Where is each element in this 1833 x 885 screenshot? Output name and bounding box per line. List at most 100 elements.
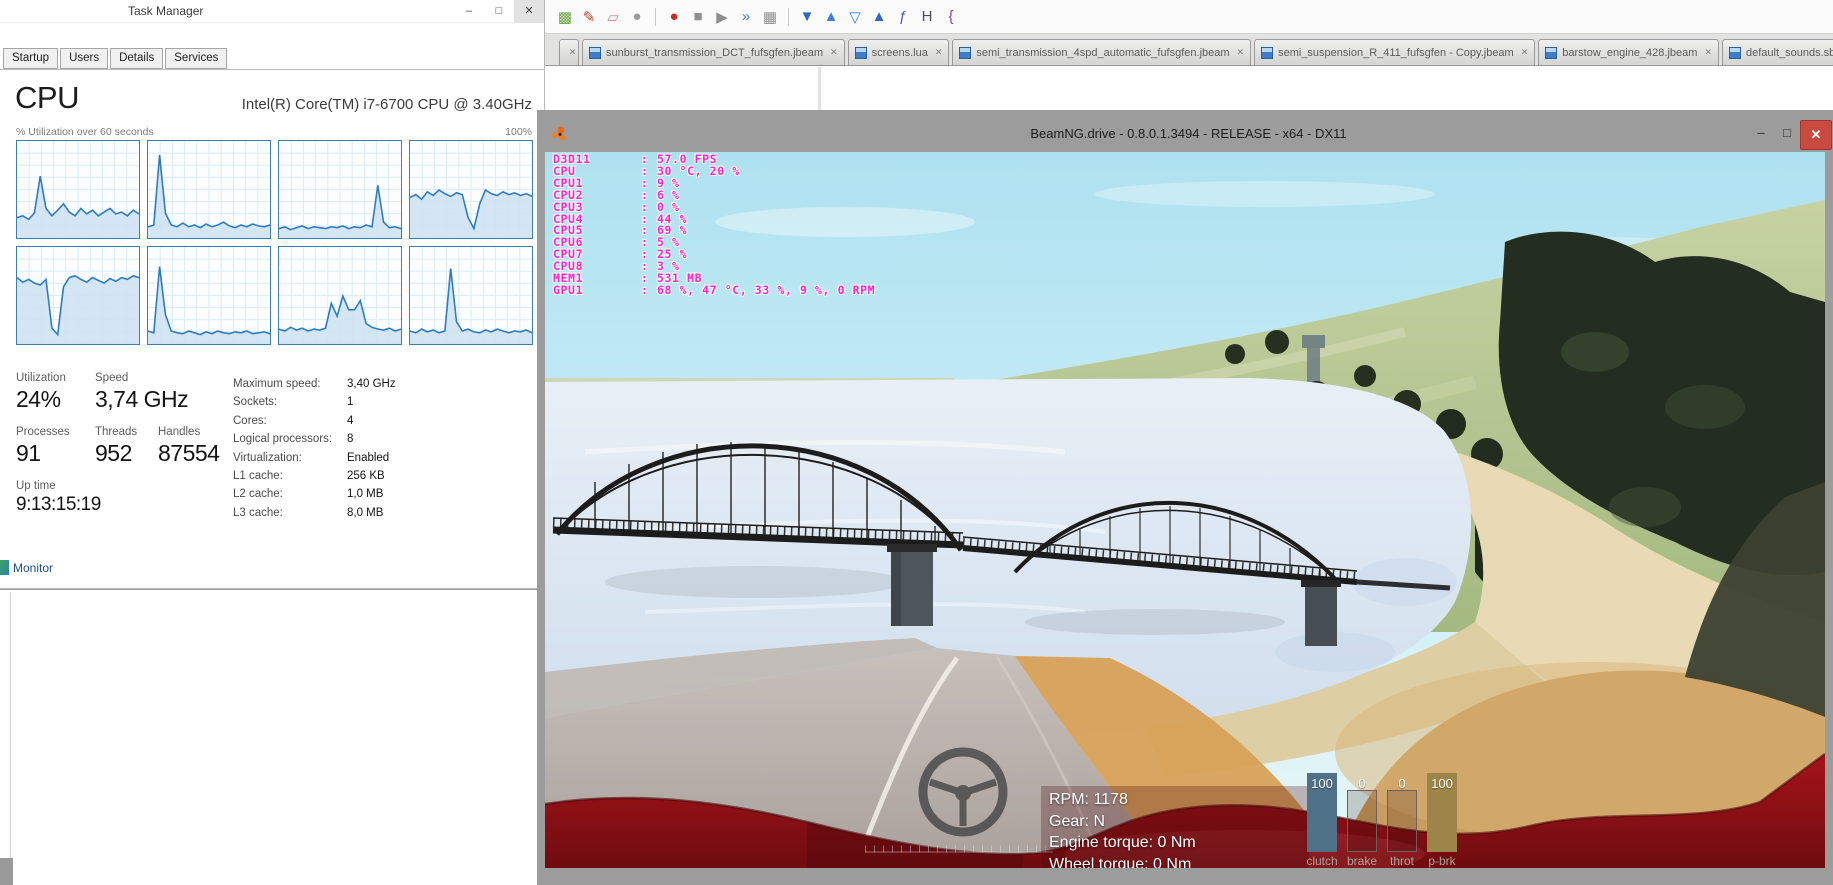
tab-startup[interactable]: Startup bbox=[3, 48, 59, 69]
editor-tab-semi-transmission-4spd-automatic-fufsgfen-jbeam[interactable]: semi_transmission_4spd_automatic_fufsgfe… bbox=[952, 39, 1252, 65]
close-tab-icon[interactable]: ✕ bbox=[1704, 47, 1712, 58]
debug-line-cpu: CPU:30 °C, 20 % bbox=[553, 163, 740, 178]
debug-line-cpu3: CPU3:0 % bbox=[553, 199, 680, 214]
debug-line-cpu8: CPU8:3 % bbox=[553, 259, 680, 274]
resource-monitor-icon bbox=[0, 560, 9, 575]
editor-column-guide bbox=[818, 67, 821, 110]
minimize-button[interactable]: – bbox=[1748, 120, 1774, 148]
macro-record-icon[interactable]: ● bbox=[662, 8, 686, 25]
maximize-button[interactable]: □ bbox=[484, 0, 514, 23]
cpu-core-graph-6[interactable] bbox=[147, 246, 271, 345]
toolbar-separator bbox=[655, 7, 656, 26]
editor-tab-semi-suspension-r-411-fufsgfen-copy-jbeam[interactable]: semi_suspension_R_411_fufsgfen - Copy.jb… bbox=[1254, 39, 1536, 65]
close-tab-icon[interactable]: ✕ bbox=[935, 47, 943, 58]
bar-value: 100 bbox=[1311, 776, 1333, 791]
file-save-icon bbox=[1261, 46, 1274, 59]
cpu-heading: CPU bbox=[15, 80, 79, 115]
bar-label: throt bbox=[1389, 854, 1414, 868]
tab-label: default_sounds.sbeam bbox=[1745, 46, 1833, 59]
bar-body bbox=[1347, 790, 1377, 852]
file-save-icon bbox=[959, 46, 972, 59]
close-button[interactable]: ✕ bbox=[1800, 120, 1832, 150]
beamng-titlebar[interactable]: BeamNG.drive - 0.8.0.1.3494 - RELEASE - … bbox=[545, 118, 1832, 152]
vehicle-hud: RPM: 1178 Gear: N Engine torque: 0 Nm Wheel… bbox=[1041, 786, 1309, 868]
stat-processes: Processes 91 bbox=[16, 426, 70, 466]
hex-editor-icon[interactable]: H bbox=[915, 8, 939, 25]
hud-line: Gear: N bbox=[1049, 812, 1106, 830]
close-tab-icon[interactable]: ✕ bbox=[830, 47, 838, 58]
task-manager-tabs: Startup Users Details Services bbox=[3, 48, 229, 69]
unfold-all-icon[interactable]: ▲ bbox=[867, 8, 891, 25]
pedal-bar-p-brk: 100 p-brk bbox=[1427, 763, 1457, 868]
close-tab-icon[interactable]: ✕ bbox=[1521, 47, 1529, 58]
game-viewport[interactable]: D3D11:57.0 FPS CPU:30 °C, 20 % CPU1:9 % CPU… bbox=[545, 152, 1825, 868]
file-save-icon bbox=[1728, 46, 1741, 59]
close-tab-icon[interactable]: ✕ bbox=[569, 47, 577, 58]
tab-label: barstow_engine_428.jbeam bbox=[1562, 46, 1698, 59]
cpu-core-graph-3[interactable] bbox=[278, 140, 402, 239]
bar-body bbox=[1387, 790, 1417, 852]
tab-users[interactable]: Users bbox=[60, 48, 109, 69]
editor-tab-barstow-engine-428-jbeam[interactable]: barstow_engine_428.jbeam ✕ bbox=[1538, 39, 1719, 65]
maximize-button[interactable]: □ bbox=[1774, 120, 1800, 148]
tab-label: sunburst_transmission_DCT_fufsgfen.jbeam bbox=[606, 46, 824, 59]
file-save-icon bbox=[589, 46, 601, 59]
task-manager-titlebar[interactable]: Task Manager – □ ✕ bbox=[0, 0, 544, 23]
tab-divider bbox=[0, 69, 545, 70]
print-doc-icon[interactable]: ✎ bbox=[577, 8, 601, 26]
beamng-window: BeamNG.drive - 0.8.0.1.3494 - RELEASE - … bbox=[537, 110, 1833, 885]
debug-line-cpu7: CPU7:25 % bbox=[553, 247, 688, 262]
editor-tab-default-sounds-sbeam[interactable]: default_sounds.sbeam✕ bbox=[1721, 39, 1833, 65]
debug-line-cpu6: CPU6:5 % bbox=[553, 235, 680, 250]
editor-tab-sunburst-transmission-dct-fufsgfen-jbeam[interactable]: sunburst_transmission_DCT_fufsgfen.jbeam… bbox=[582, 39, 845, 65]
cpu-core-graph-4[interactable] bbox=[409, 140, 533, 239]
hud-line: Engine torque: 0 Nm bbox=[1049, 834, 1196, 851]
editor-tab-screens-lua[interactable]: screens.lua ✕ bbox=[847, 39, 950, 65]
performance-debug-overlay: D3D11:57.0 FPS CPU:30 °C, 20 % CPU1:9 % CPU… bbox=[553, 153, 876, 297]
pedal-bar-brake: 0 brake bbox=[1347, 763, 1377, 868]
tab-services[interactable]: Services bbox=[165, 48, 228, 69]
editor-toolbar: ▩ ✎ ▱ ● ● ■ ▶» ▦ ▼ ▲ ▽ ▲ ƒ H{ bbox=[537, 0, 1833, 33]
folder-icon[interactable]: ▱ bbox=[601, 8, 625, 26]
background-document-window bbox=[0, 589, 545, 885]
document-margin-line bbox=[10, 592, 11, 885]
macro-save-icon[interactable]: ▦ bbox=[758, 8, 782, 26]
cpu-model: Intel(R) Core(TM) i7-6700 CPU @ 3.40GHz bbox=[241, 96, 532, 113]
cpu-core-graph-5[interactable] bbox=[16, 246, 140, 345]
bar-label: p-brk bbox=[1428, 854, 1456, 868]
hud-line: Wheel torque: 0 Nm bbox=[1049, 855, 1192, 869]
editor-tab-partial[interactable]: ✕ bbox=[559, 39, 579, 65]
record-icon[interactable]: ● bbox=[625, 8, 649, 25]
cpu-core-graph-8[interactable] bbox=[409, 246, 533, 345]
brace-match-icon[interactable]: { bbox=[939, 8, 963, 25]
debug-line-gpu1: GPU1:68 %, 47 °C, 33 %, 9 %, 0 RPM bbox=[553, 282, 876, 297]
editor-tab-bar: ✕ sunburst_transmission_DCT_fufsgfen.jbea… bbox=[537, 33, 1833, 66]
unfold-level-icon[interactable]: ▲ bbox=[819, 8, 843, 25]
close-button[interactable]: ✕ bbox=[514, 0, 544, 23]
minimize-button[interactable]: – bbox=[454, 0, 484, 23]
cpu-core-graph-1[interactable] bbox=[16, 140, 140, 239]
open-resource-monitor-link[interactable]: Monitor bbox=[0, 560, 53, 575]
pedal-bars: 100 clutch 0 brake 0 throt 100 p-brk bbox=[1306, 763, 1467, 868]
cpu-core-graph-7[interactable] bbox=[278, 246, 402, 345]
tab-label: semi_transmission_4spd_automatic_fufsgfe… bbox=[976, 46, 1230, 59]
view-all-chars-icon[interactable]: ▩ bbox=[553, 8, 577, 26]
macro-stop-icon[interactable]: ■ bbox=[686, 8, 710, 25]
function-list-icon[interactable]: ƒ bbox=[891, 8, 915, 25]
stat-utilization: Utilization 24% bbox=[16, 372, 66, 412]
fold-all-icon[interactable]: ▼ bbox=[795, 8, 819, 25]
bar-value: 0 bbox=[1358, 776, 1366, 791]
window-title: BeamNG.drive - 0.8.0.1.3494 - RELEASE - … bbox=[1030, 126, 1347, 141]
utilization-axis-max: 100% bbox=[505, 126, 532, 138]
close-tab-icon[interactable]: ✕ bbox=[1237, 47, 1245, 58]
debug-line-cpu2: CPU2:6 % bbox=[553, 187, 680, 202]
macro-run-multiple-icon[interactable]: » bbox=[734, 8, 758, 25]
fold-level-icon[interactable]: ▽ bbox=[843, 8, 867, 26]
macro-play-icon[interactable]: ▶ bbox=[710, 8, 734, 26]
cpu-core-graph-2[interactable] bbox=[147, 140, 271, 239]
window-title: Task Manager bbox=[128, 4, 204, 18]
debug-line-cpu4: CPU4:44 % bbox=[553, 211, 688, 226]
scrollbar-corner bbox=[0, 858, 13, 885]
cpu-core-graphs[interactable] bbox=[16, 140, 538, 345]
tab-details[interactable]: Details bbox=[110, 48, 164, 69]
